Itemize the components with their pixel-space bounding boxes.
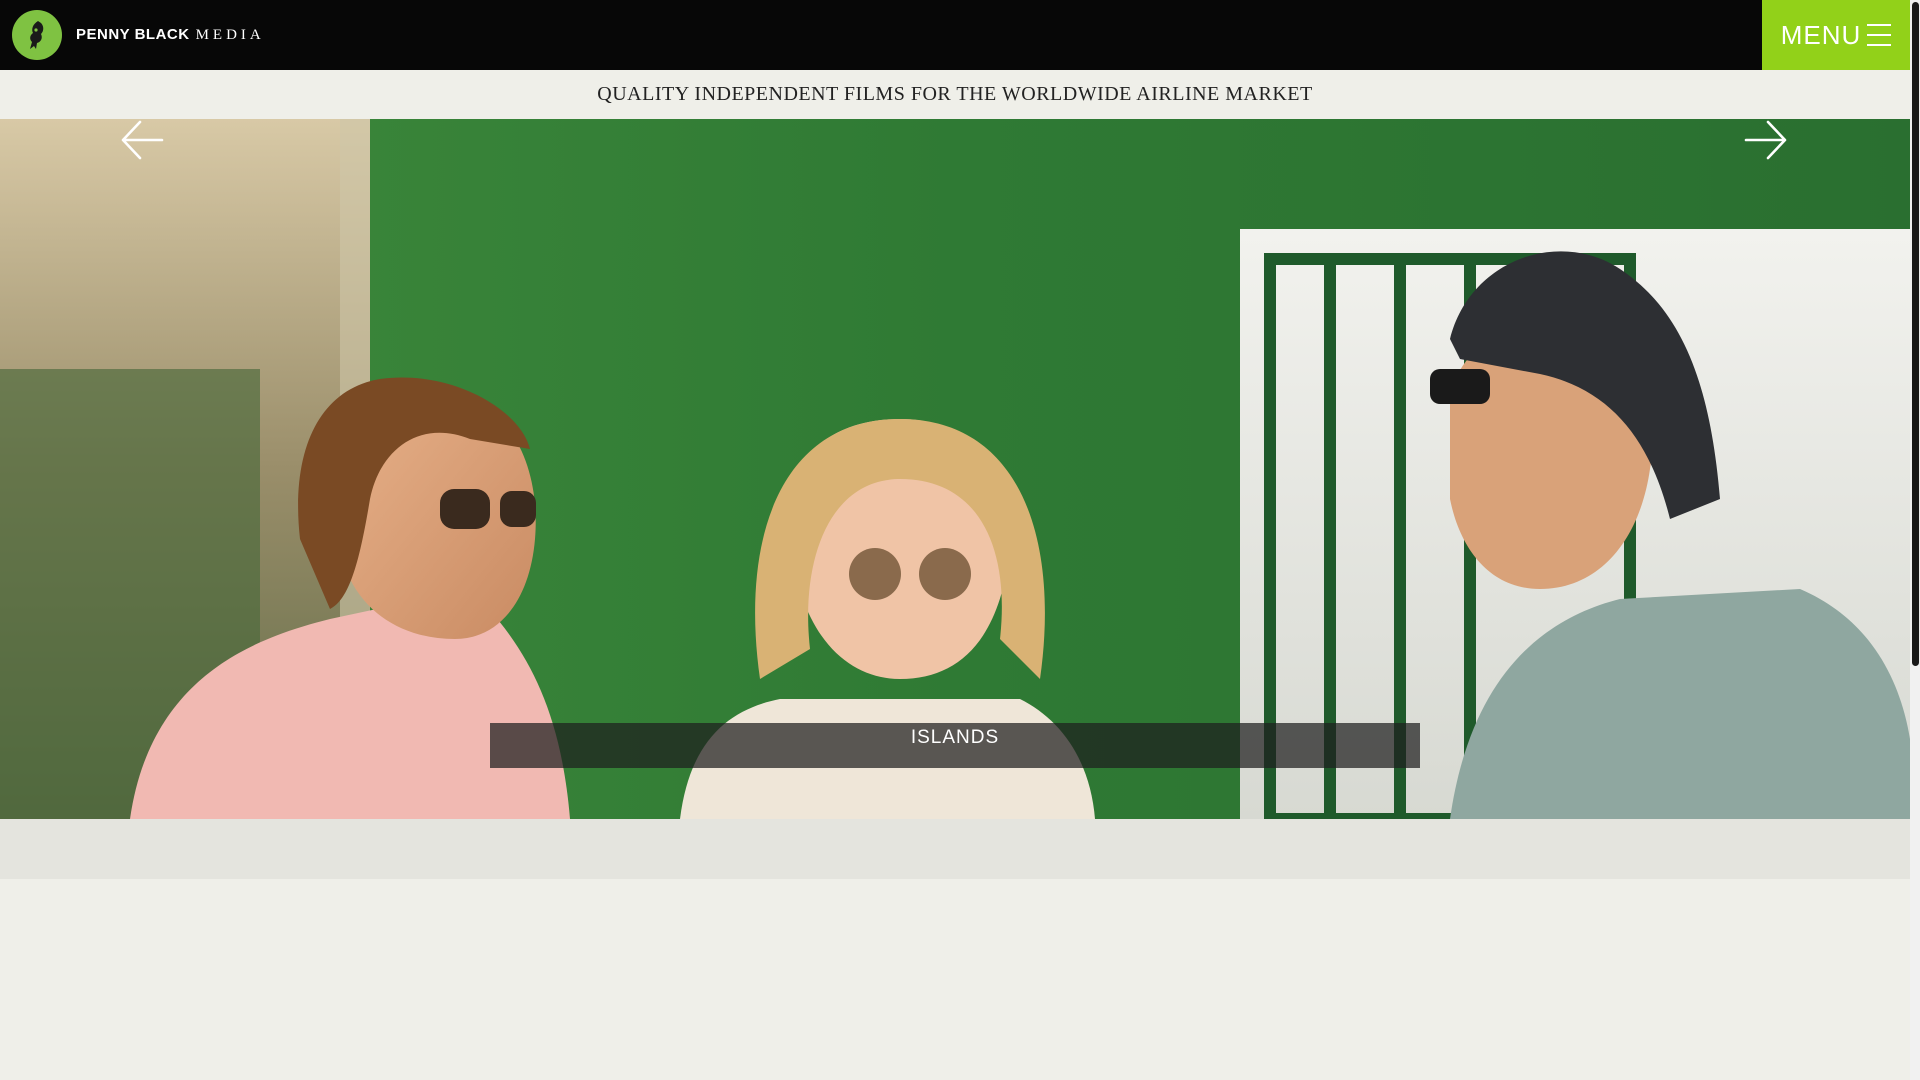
- page-scrollbar[interactable]: [1910, 0, 1920, 1080]
- menu-button[interactable]: MENU: [1762, 0, 1910, 70]
- logo-wordmark: PENNY BLACK MEDIA: [76, 26, 265, 44]
- penny-black-logo-icon: [12, 10, 62, 60]
- logo-light-text: MEDIA: [195, 27, 265, 43]
- hero-slider: [0, 119, 1910, 819]
- site-header: PENNY BLACK MEDIA MENU: [0, 0, 1910, 70]
- slide-caption-bar[interactable]: ISLANDS: [490, 723, 1420, 768]
- hero-slide-image: [0, 119, 1910, 819]
- hamburger-icon: [1867, 24, 1892, 46]
- bottom-strip: [0, 819, 1910, 879]
- menu-label: MENU: [1780, 19, 1862, 50]
- slide-caption: ISLANDS: [910, 727, 1000, 748]
- tagline: QUALITY INDEPENDENT FILMS FOR THE WORLDW…: [0, 70, 1910, 119]
- logo-bold-text: PENNY BLACK: [76, 26, 190, 43]
- scrollbar-thumb[interactable]: [1912, 2, 1919, 666]
- arrow-left-icon[interactable]: [120, 119, 164, 161]
- arrow-right-icon[interactable]: [1744, 119, 1788, 161]
- site-logo[interactable]: PENNY BLACK MEDIA: [12, 10, 265, 60]
